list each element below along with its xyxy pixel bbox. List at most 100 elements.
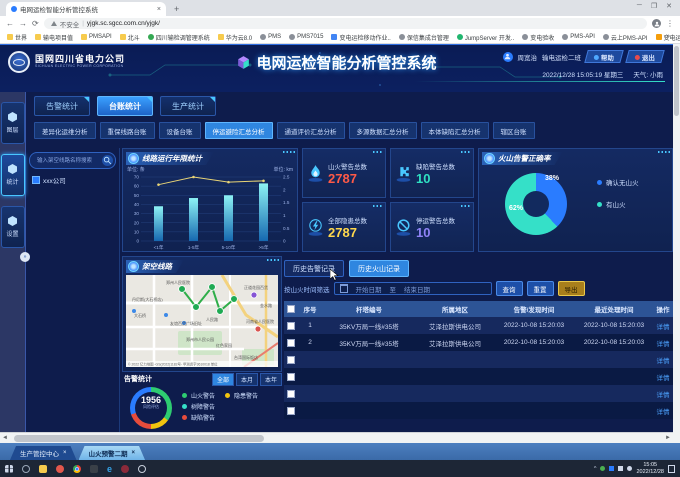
detail-link[interactable]: 详情 [654,321,672,331]
row-checkbox[interactable] [287,322,295,330]
row-checkbox[interactable] [287,407,295,415]
subnav-button[interactable]: 本体缺陷汇总分析 [421,122,489,139]
row-checkbox[interactable] [287,339,295,347]
bookmark-item[interactable]: 云上PMS-API [603,33,648,42]
scroll-left-arrow[interactable]: ◄ [0,435,10,441]
subnav-button[interactable]: 停运避险汇总分析 [205,122,273,139]
reload-icon[interactable]: ⟳ [32,19,39,28]
subnav-button[interactable]: 通道评价汇总分析 [277,122,345,139]
profile-avatar[interactable] [652,19,661,28]
detail-link[interactable]: 详情 [654,406,672,416]
app-tab-close-icon[interactable]: × [63,450,67,456]
detail-link[interactable]: 详情 [654,355,672,365]
page-horizontal-scrollbar[interactable]: ◄ ► [0,432,673,443]
taskbar-app-icon[interactable] [121,465,129,473]
subnav-button[interactable]: 重保线路台账 [100,122,155,139]
network-icon[interactable] [618,466,623,471]
volume-icon[interactable] [627,466,632,471]
query-button[interactable]: 查询 [496,281,523,296]
tray-icon[interactable] [609,466,614,471]
start-button-icon[interactable] [5,465,13,473]
vertical-scroll-thumb[interactable] [674,46,679,116]
bookmark-label: JumpServer 开发.. [465,33,514,42]
browser-tab[interactable]: 电网运检智能分析管控系统 × [6,2,166,16]
taskbar-app-icon[interactable] [138,465,146,473]
bookmark-item[interactable]: PMSAPI [81,34,112,40]
app-tab[interactable]: 山火预警二期 × [79,446,146,460]
sidebar-item[interactable]: 设置 [1,206,25,248]
ie-icon[interactable]: e [107,465,112,473]
filter-chip[interactable]: 本年 [260,373,282,386]
subnav-button[interactable]: 设备台账 [159,122,201,139]
forward-icon[interactable]: → [19,19,27,28]
sidebar-item[interactable]: 图层 [1,102,25,144]
sidebar-item[interactable]: 统计 [1,154,25,196]
horizontal-scroll-thumb[interactable] [14,435,264,442]
window-control-icon[interactable]: ─ [637,2,642,10]
bookmark-item[interactable]: 变电运检移动作业.. [331,33,390,42]
bookmark-item[interactable]: 变电验收 [522,33,554,42]
bookmark-item[interactable]: 保信集成台管理 [399,33,449,42]
row-checkbox[interactable] [287,373,295,381]
bookmark-item[interactable]: 四川输检调管理系统 [148,33,210,42]
page-vertical-scrollbar[interactable] [673,44,680,432]
filter-chip[interactable]: 全部 [212,373,234,386]
bookmark-item[interactable]: 输电项目值 [35,33,73,42]
bookmark-item[interactable]: 华为云8.0 [218,33,252,42]
history-section: 历史告警记录 历史火山记录 按山火时间筛选 开始日期 至 结束日期 查询 重置 [284,260,673,432]
subnav-button[interactable]: 多源数据汇总分析 [349,122,417,139]
line-search-box[interactable] [29,152,116,169]
help-button[interactable]: 帮助 [584,50,623,63]
export-button[interactable]: 导出 [558,281,585,296]
reset-button[interactable]: 重置 [527,281,554,296]
history-fire-button[interactable]: 历史火山记录 [349,260,409,277]
subnav-button[interactable]: 差异化运维分析 [34,122,96,139]
tray-icon[interactable] [600,466,605,471]
app-tab[interactable]: 生产管控中心 × [10,446,77,460]
stat-tab[interactable]: 生产统计 [160,96,216,116]
back-icon[interactable]: ← [6,19,14,28]
chrome-icon[interactable] [73,465,81,473]
bookmark-label: 云上PMS-API [611,33,648,42]
tab-close-icon[interactable]: × [157,6,161,13]
app-tab-close-icon[interactable]: × [132,450,136,456]
browser-menu-icon[interactable]: ⋮ [666,19,674,28]
date-range-input[interactable]: 开始日期 至 结束日期 [334,282,492,295]
search-input[interactable] [35,157,100,165]
notification-center-icon[interactable] [668,465,675,473]
taskbar-app-icon[interactable] [56,465,64,473]
taskbar-clock[interactable]: 15:05 2022/12/28 [636,462,664,475]
file-explorer-icon[interactable] [39,465,47,473]
bookmark-item[interactable]: 世界 [7,33,27,42]
company-tree-item[interactable]: xxx公司 [32,175,119,185]
bookmark-item[interactable]: PMS7015 [289,34,323,40]
detail-link[interactable]: 详情 [654,389,672,399]
new-tab-button[interactable]: + [174,4,179,16]
subnav-button[interactable]: 辖区台账 [493,122,535,139]
legend-item: 隐患警告 [225,390,258,401]
bookmark-item[interactable]: JumpServer 开发.. [457,33,514,42]
search-circle-icon[interactable] [22,465,30,473]
window-control-icon[interactable]: ❐ [651,2,657,10]
bookmark-item[interactable]: PMS-API [562,34,595,40]
detail-link[interactable]: 详情 [654,338,672,348]
tray-expand-icon[interactable]: ^ [594,466,597,472]
row-checkbox[interactable] [287,390,295,398]
logout-button[interactable]: 退出 [625,50,664,63]
stat-tab[interactable]: 台账统计 [97,96,153,116]
detail-link[interactable]: 详情 [654,372,672,382]
stat-tab[interactable]: 告警统计 [34,96,90,116]
row-checkbox[interactable] [287,356,295,364]
scroll-right-arrow[interactable]: ► [663,435,673,441]
search-icon[interactable] [102,155,113,166]
bookmarks-overflow-icon[interactable]: » [666,33,670,40]
filter-chip[interactable]: 本月 [236,373,258,386]
address-bar[interactable]: 不安全 | yjgk.sc.sgcc.com.cn/yjgk/ [44,18,647,29]
map-canvas[interactable]: 郑州人民医院 正道花园百货 丹尼斯(大石桥店) 大石桥 友谊百货广场旧址 郑州市… [126,275,278,367]
taskbar-app-icon[interactable] [90,465,98,473]
select-all-checkbox[interactable] [287,305,295,313]
window-control-icon[interactable]: ✕ [666,2,672,10]
svg-text:正道花园百货: 正道花园百货 [244,284,268,290]
bookmark-item[interactable]: PMS [260,34,281,40]
bookmark-item[interactable]: 北斗 [120,33,140,42]
